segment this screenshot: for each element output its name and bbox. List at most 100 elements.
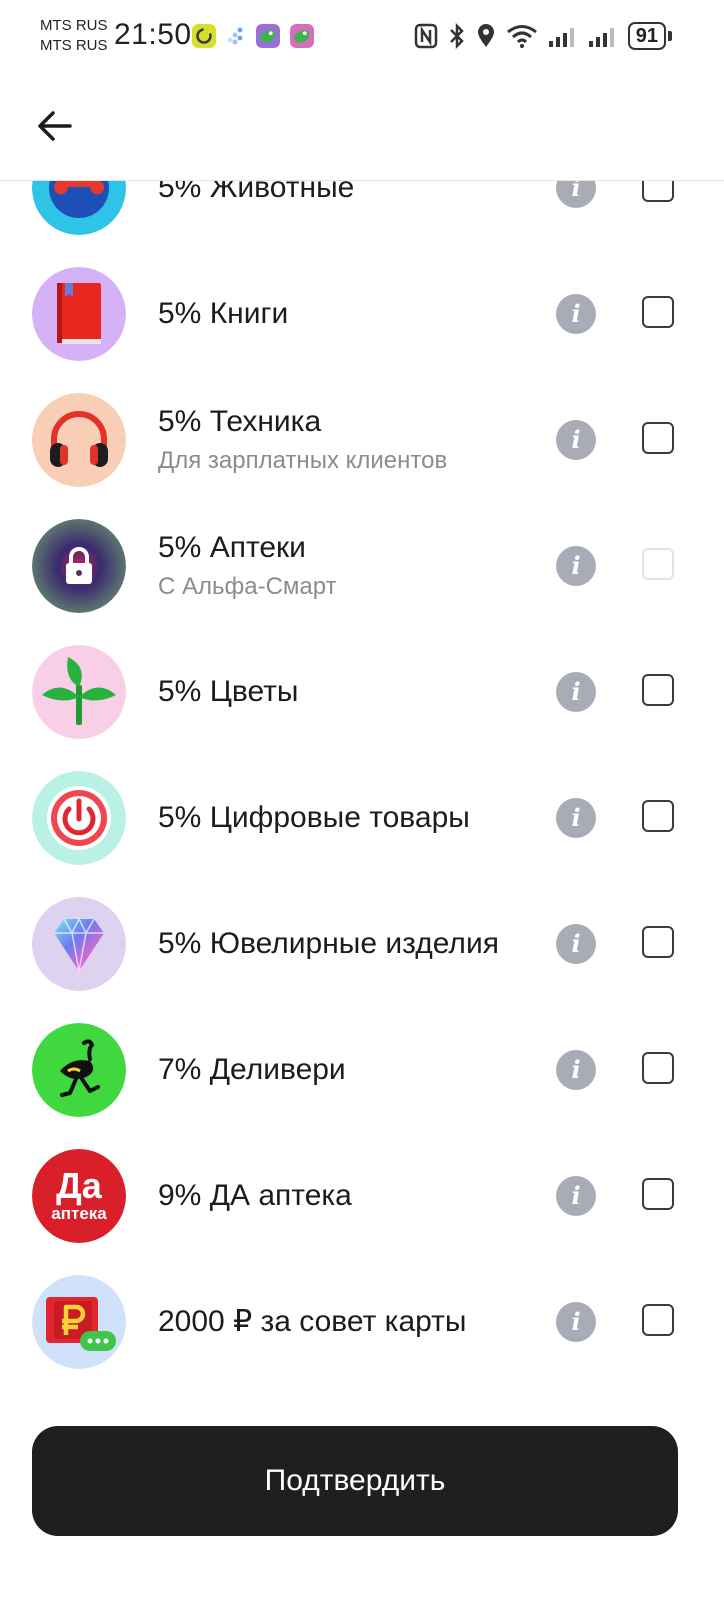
info-button[interactable]: i [556, 672, 596, 712]
category-title: 5% Ювелирные изделия [158, 927, 499, 960]
category-icon [32, 897, 126, 991]
info-button[interactable]: i [556, 420, 596, 460]
category-icon [32, 645, 126, 739]
category-text: 5% Животные [158, 181, 354, 251]
category-title: 5% Техника [158, 405, 322, 438]
ruble-card-icon [32, 1275, 126, 1369]
category-checkbox[interactable] [642, 674, 674, 706]
da-apteka-logo: Да аптека [32, 1149, 126, 1243]
category-text: 5% Цифровые товары [158, 755, 470, 881]
arrow-left-icon [38, 111, 72, 141]
info-button[interactable]: i [556, 181, 596, 208]
category-icon [32, 1023, 126, 1117]
category-text: 5% Цветы [158, 629, 298, 755]
power-icon [32, 771, 126, 865]
category-text: 5% Книги [158, 251, 288, 377]
game-app-icon [290, 24, 314, 48]
info-button[interactable]: i [556, 1302, 596, 1342]
info-button[interactable]: i [556, 1176, 596, 1216]
apteka-logo-text: аптека [51, 1204, 107, 1223]
category-checkbox[interactable] [642, 296, 674, 328]
wifi-icon [506, 25, 537, 48]
category-item-delivery[interactable]: 7% Деливери i [0, 1007, 724, 1133]
battery-tip [668, 31, 672, 41]
category-title: 5% Цветы [158, 675, 299, 708]
category-title: 7% Деливери [158, 1053, 346, 1086]
category-item-animals[interactable]: 5% Животные i [0, 181, 724, 251]
category-text: 2000 ₽ за совет карты [158, 1259, 466, 1385]
info-button[interactable]: i [556, 924, 596, 964]
carrier-1: MTS RUS [40, 17, 108, 34]
ostrich-icon [32, 1023, 126, 1117]
category-item-digital-goods[interactable]: 5% Цифровые товары i [0, 755, 724, 881]
carrier-2: MTS RUS [40, 37, 108, 54]
category-item-books[interactable]: 5% Книги i [0, 251, 724, 377]
category-icon [32, 267, 126, 361]
dots-app-icon [227, 27, 243, 45]
signal-icon [588, 28, 614, 47]
app-header [0, 76, 724, 181]
category-checkbox[interactable] [642, 181, 674, 202]
category-item-card-referral[interactable]: 2000 ₽ за совет карты i [0, 1259, 724, 1385]
info-button[interactable]: i [556, 294, 596, 334]
category-text: 9% ДА аптека [158, 1133, 352, 1259]
confirm-button[interactable]: Подтвердить [32, 1426, 678, 1536]
diamond-icon [32, 897, 126, 991]
info-button[interactable]: i [556, 546, 596, 586]
notification-icons [192, 24, 314, 48]
category-subtitle: Для зарплатных клиентов [158, 447, 448, 474]
category-icon [32, 771, 126, 865]
sprout-icon [32, 645, 126, 739]
category-list-content: 5% Животные i 5% Книги i 5% Техника Для … [0, 181, 724, 1385]
category-icon [32, 519, 126, 613]
category-checkbox[interactable] [642, 422, 674, 454]
category-text: 7% Деливери [158, 1007, 346, 1133]
category-text: 5% Ювелирные изделия [158, 881, 499, 1007]
category-checkbox[interactable] [642, 1052, 674, 1084]
system-icons: 91 [414, 22, 672, 50]
lock-icon [32, 519, 126, 613]
game-app-icon [256, 24, 280, 48]
category-icon: Да аптека [32, 1149, 126, 1243]
headphones-icon [32, 393, 126, 487]
back-button[interactable] [30, 101, 80, 151]
category-list[interactable]: 5% Животные i 5% Книги i 5% Техника Для … [0, 181, 724, 1411]
status-bar: MTS RUS MTS RUS 21:50 91 [0, 0, 724, 76]
category-icon [32, 181, 126, 235]
signal-icon [548, 28, 574, 47]
category-title: 5% Аптеки [158, 531, 306, 564]
category-item-electronics[interactable]: 5% Техника Для зарплатных клиентов i [0, 377, 724, 503]
info-button[interactable]: i [556, 798, 596, 838]
category-subtitle: С Альфа-Смарт [158, 573, 337, 600]
category-item-pharmacies[interactable]: 5% Аптеки С Альфа-Смарт i [0, 503, 724, 629]
da-logo-text: Да [56, 1165, 103, 1206]
nfc-icon [414, 23, 437, 49]
category-title: 2000 ₽ за совет карты [158, 1305, 467, 1338]
status-time: 21:50 [114, 18, 192, 51]
category-checkbox[interactable] [642, 1304, 674, 1336]
category-text: 5% Техника Для зарплатных клиентов [158, 377, 447, 503]
category-title: 5% Книги [158, 297, 289, 330]
category-title: 5% Цифровые товары [158, 801, 470, 834]
battery-level: 91 [627, 22, 666, 50]
bone-icon [32, 181, 126, 235]
c-app-icon [192, 24, 216, 48]
category-item-da-apteka[interactable]: Да аптека 9% ДА аптека i [0, 1133, 724, 1259]
location-icon [477, 24, 494, 47]
book-icon [32, 267, 126, 361]
carrier-labels: MTS RUS MTS RUS [40, 16, 108, 56]
category-title: 5% Животные [158, 181, 355, 204]
battery-indicator: 91 [627, 22, 672, 50]
category-icon [32, 393, 126, 487]
category-checkbox[interactable] [642, 1178, 674, 1210]
info-button[interactable]: i [556, 1050, 596, 1090]
category-title: 9% ДА аптека [158, 1179, 352, 1212]
category-icon [32, 1275, 126, 1369]
category-text: 5% Аптеки С Альфа-Смарт [158, 503, 337, 629]
confirm-area: Подтвердить [0, 1411, 724, 1600]
category-item-flowers[interactable]: 5% Цветы i [0, 629, 724, 755]
category-checkbox-disabled [642, 548, 674, 580]
category-checkbox[interactable] [642, 926, 674, 958]
category-item-jewelry[interactable]: 5% Ювелирные изделия i [0, 881, 724, 1007]
category-checkbox[interactable] [642, 800, 674, 832]
